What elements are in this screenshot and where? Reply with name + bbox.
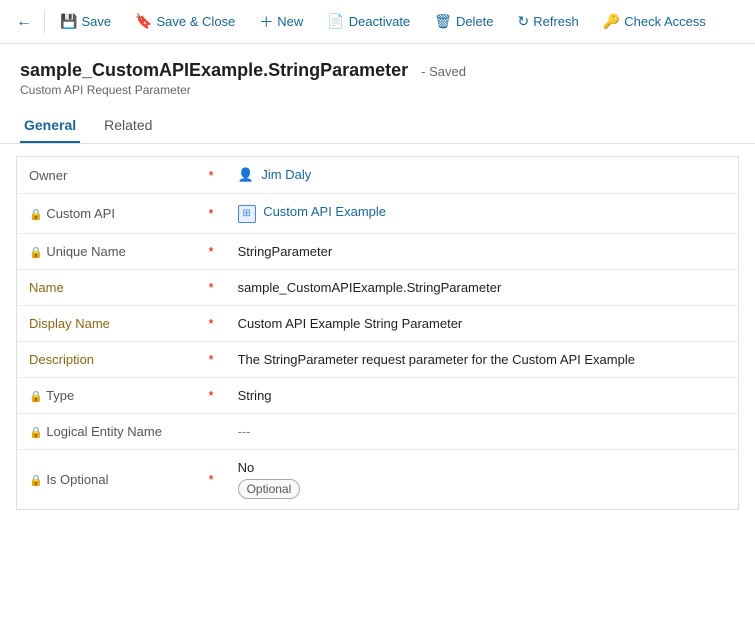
custom-api-link[interactable]: Custom API Example xyxy=(263,204,386,219)
field-name-value: sample_CustomAPIExample.StringParameter xyxy=(226,269,739,305)
save-icon: 💾 xyxy=(60,13,77,30)
field-is-optional-label: 🔒 Is Optional xyxy=(17,449,197,509)
field-description-value: The StringParameter request parameter fo… xyxy=(226,341,739,377)
refresh-label: Refresh xyxy=(533,14,579,29)
field-description: Description * The StringParameter reques… xyxy=(17,341,739,377)
field-unique-name: 🔒 Unique Name * StringParameter xyxy=(17,233,739,269)
field-type-value: String xyxy=(226,377,739,413)
fields-table: Owner * 👤 Jim Daly 🔒 Custom API * ⊞ xyxy=(16,156,739,510)
field-custom-api-required: * xyxy=(197,194,226,234)
field-owner-label: Owner xyxy=(17,157,197,194)
field-logical-entity-label: 🔒 Logical Entity Name xyxy=(17,413,197,449)
deactivate-button[interactable]: 📄 Deactivate xyxy=(316,6,421,37)
back-icon: ← xyxy=(16,13,32,30)
optional-badge: Optional xyxy=(238,479,301,499)
field-custom-api: 🔒 Custom API * ⊞ Custom API Example xyxy=(17,194,739,234)
refresh-button[interactable]: ↻ Refresh xyxy=(507,6,590,37)
tab-general[interactable]: General xyxy=(20,109,80,143)
save-button[interactable]: 💾 Save xyxy=(49,6,122,37)
field-display-name-required: * xyxy=(197,305,226,341)
field-is-optional-value: No Optional xyxy=(226,449,739,509)
page-subtitle: Custom API Request Parameter xyxy=(20,83,735,97)
save-label: Save xyxy=(81,14,111,29)
lock-icon-logical-entity: 🔒 xyxy=(29,427,43,439)
field-name-required: * xyxy=(197,269,226,305)
tabs-bar: General Related xyxy=(0,97,755,144)
page-title: sample_CustomAPIExample.StringParameter … xyxy=(20,60,735,81)
field-display-name: Display Name * Custom API Example String… xyxy=(17,305,739,341)
field-name: Name * sample_CustomAPIExample.StringPar… xyxy=(17,269,739,305)
check-access-button[interactable]: 🔑 Check Access xyxy=(592,6,717,37)
field-display-name-value: Custom API Example String Parameter xyxy=(226,305,739,341)
field-name-label: Name xyxy=(17,269,197,305)
new-icon: ＋ xyxy=(259,12,273,32)
refresh-icon: ↻ xyxy=(518,13,530,30)
page-header: sample_CustomAPIExample.StringParameter … xyxy=(0,44,755,97)
lock-icon-unique-name: 🔒 xyxy=(29,247,43,259)
form-section: Owner * 👤 Jim Daly 🔒 Custom API * ⊞ xyxy=(0,156,755,526)
saved-badge: - Saved xyxy=(421,64,466,79)
back-button[interactable]: ← xyxy=(8,9,40,35)
field-type-label: 🔒 Type xyxy=(17,377,197,413)
field-description-label: Description xyxy=(17,341,197,377)
field-logical-entity-required xyxy=(197,413,226,449)
tab-related[interactable]: Related xyxy=(100,109,156,143)
field-custom-api-value: ⊞ Custom API Example xyxy=(226,194,739,234)
owner-link[interactable]: Jim Daly xyxy=(261,167,311,182)
custom-api-icon: ⊞ xyxy=(238,205,256,223)
page-content: sample_CustomAPIExample.StringParameter … xyxy=(0,44,755,629)
field-unique-name-value: StringParameter xyxy=(226,233,739,269)
record-name: sample_CustomAPIExample.StringParameter xyxy=(20,60,408,80)
check-access-icon: 🔑 xyxy=(603,13,620,30)
field-description-required: * xyxy=(197,341,226,377)
deactivate-label: Deactivate xyxy=(349,14,410,29)
field-is-optional: 🔒 Is Optional * No Optional xyxy=(17,449,739,509)
field-display-name-label: Display Name xyxy=(17,305,197,341)
field-type: 🔒 Type * String xyxy=(17,377,739,413)
delete-button[interactable]: 🗑 Delete xyxy=(423,6,504,37)
field-is-optional-required: * xyxy=(197,449,226,509)
lock-icon-type: 🔒 xyxy=(29,391,43,403)
save-close-button[interactable]: 🔖 Save & Close xyxy=(124,6,246,37)
check-access-label: Check Access xyxy=(624,14,706,29)
lock-icon-custom-api: 🔒 xyxy=(29,209,43,221)
field-logical-entity: 🔒 Logical Entity Name --- xyxy=(17,413,739,449)
field-owner-value: 👤 Jim Daly xyxy=(226,157,739,194)
deactivate-icon: 📄 xyxy=(327,13,344,30)
delete-label: Delete xyxy=(456,14,494,29)
field-owner-required: * xyxy=(197,157,226,194)
save-close-icon: 🔖 xyxy=(135,13,152,30)
field-unique-name-required: * xyxy=(197,233,226,269)
save-close-label: Save & Close xyxy=(157,14,236,29)
toolbar: ← 💾 Save 🔖 Save & Close ＋ New 📄 Deactiva… xyxy=(0,0,755,44)
field-type-required: * xyxy=(197,377,226,413)
field-unique-name-label: 🔒 Unique Name xyxy=(17,233,197,269)
field-owner: Owner * 👤 Jim Daly xyxy=(17,157,739,194)
divider xyxy=(44,10,45,34)
field-logical-entity-value: --- xyxy=(226,413,739,449)
new-button[interactable]: ＋ New xyxy=(248,5,314,39)
lock-icon-is-optional: 🔒 xyxy=(29,475,43,487)
field-custom-api-label: 🔒 Custom API xyxy=(17,194,197,234)
person-icon: 👤 xyxy=(238,167,254,182)
delete-icon: 🗑 xyxy=(434,13,452,30)
new-label: New xyxy=(277,14,303,29)
